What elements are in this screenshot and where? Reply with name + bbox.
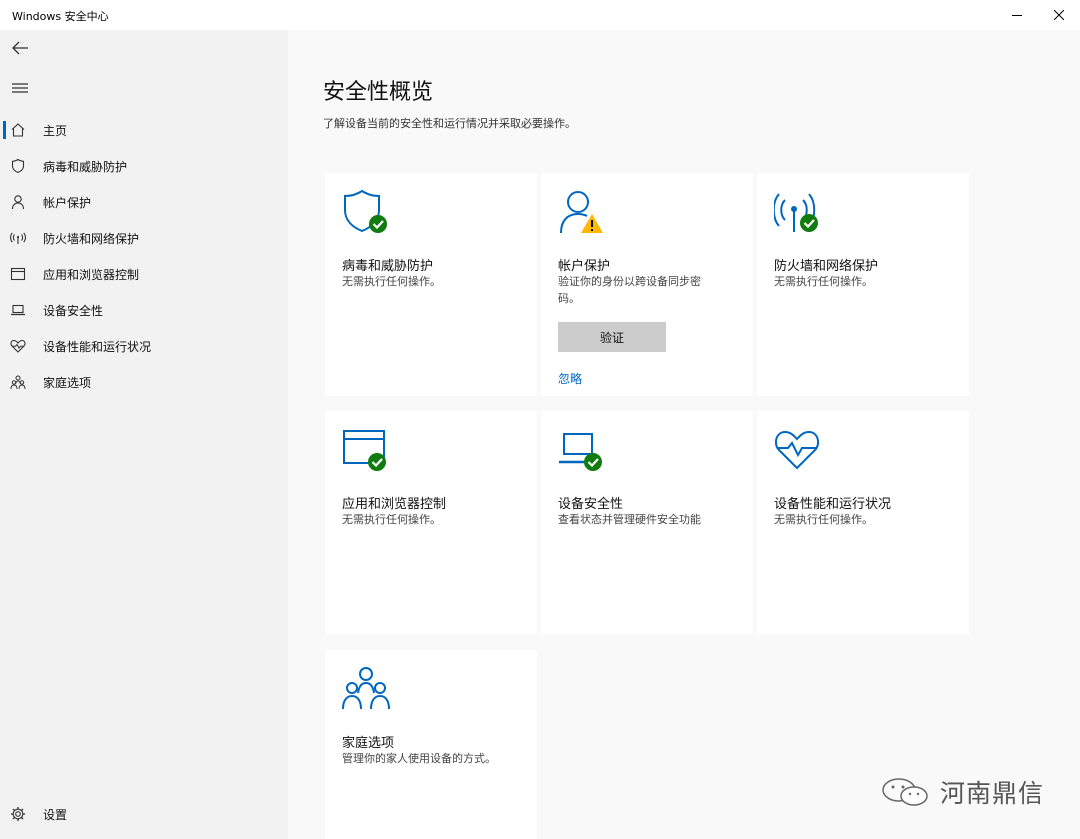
sidebar-item-label: 帐户保护 xyxy=(43,196,92,210)
family-icon xyxy=(10,375,26,390)
tile-description: 无需执行任何操作。 xyxy=(774,275,873,288)
app-window-check-icon xyxy=(343,430,386,471)
tile-title: 设备性能和运行状况 xyxy=(774,497,892,512)
tile-description: 查看状态并管理硬件安全功能 xyxy=(558,513,701,526)
sidebar-item-family-options[interactable]: 家庭选项 xyxy=(0,364,288,400)
sidebar-item-label: 应用和浏览器控制 xyxy=(43,268,140,282)
active-indicator xyxy=(3,121,6,139)
wechat-logo-icon xyxy=(882,778,928,806)
sidebar-item-home[interactable]: 主页 xyxy=(0,112,288,148)
tile-title: 家庭选项 xyxy=(342,736,395,751)
sidebar-item-settings[interactable]: 设置 xyxy=(0,796,288,832)
sidebar-item-label: 防火墙和网络保护 xyxy=(43,232,140,246)
title-bar: Windows 安全中心 xyxy=(0,0,1080,30)
tile-description: 无需执行任何操作。 xyxy=(342,513,441,526)
tile-description: 无需执行任何操作。 xyxy=(342,275,441,288)
tile-firewall[interactable]: 防火墙和网络保护 无需执行任何操作。 xyxy=(757,173,969,396)
tile-description: 管理你的家人使用设备的方式。 xyxy=(342,752,496,765)
tile-device-security[interactable]: 设备安全性 查看状态并管理硬件安全功能 xyxy=(541,411,753,634)
watermark: 河南鼎信 xyxy=(880,774,1044,810)
hamburger-menu-button[interactable] xyxy=(0,72,40,104)
verify-button[interactable]: 验证 xyxy=(558,322,666,352)
shield-check-icon xyxy=(344,189,387,233)
gear-icon xyxy=(11,807,25,821)
hamburger-icon xyxy=(12,83,28,93)
tile-app-browser-control[interactable]: 应用和浏览器控制 无需执行任何操作。 xyxy=(325,411,537,634)
settings-label: 设置 xyxy=(43,808,68,822)
sidebar-item-virus-protection[interactable]: 病毒和威胁防护 xyxy=(0,148,288,184)
tile-title: 应用和浏览器控制 xyxy=(342,497,447,512)
close-button[interactable] xyxy=(1036,0,1080,30)
laptop-check-icon xyxy=(559,433,602,471)
sidebar-item-label: 主页 xyxy=(43,124,68,138)
back-arrow-icon xyxy=(12,41,28,55)
sidebar-item-label: 家庭选项 xyxy=(43,376,92,390)
tile-device-performance[interactable]: 设备性能和运行状况 无需执行任何操作。 xyxy=(757,411,969,634)
person-warning-icon xyxy=(560,191,603,234)
tile-title: 病毒和威胁防护 xyxy=(342,259,434,274)
tile-description: 验证你的身份以跨设备同步密码。 xyxy=(558,275,701,305)
wifi-icon xyxy=(10,232,26,244)
tile-title: 防火墙和网络保护 xyxy=(774,259,879,274)
back-button[interactable] xyxy=(0,32,40,64)
app-window-icon xyxy=(10,267,26,281)
sidebar-item-label: 设备安全性 xyxy=(43,304,104,318)
family-icon xyxy=(342,667,390,710)
tile-title: 设备安全性 xyxy=(558,497,624,512)
sidebar-item-label: 病毒和威胁防护 xyxy=(43,160,128,174)
wifi-check-icon xyxy=(774,193,818,232)
watermark-text: 河南鼎信 xyxy=(940,779,1045,808)
window-title: Windows 安全中心 xyxy=(12,10,109,23)
close-icon xyxy=(1054,10,1064,20)
heart-pulse-icon xyxy=(774,430,820,470)
tile-family-options[interactable]: 家庭选项 管理你的家人使用设备的方式。 xyxy=(325,650,537,839)
sidebar-item-firewall[interactable]: 防火墙和网络保护 xyxy=(0,220,288,256)
sidebar: 主页 病毒和威胁防护 帐户保护 防火墙和网络保护 应用和浏览器控制 设备安全性 … xyxy=(0,30,288,839)
person-icon xyxy=(11,195,25,210)
sidebar-item-device-security[interactable]: 设备安全性 xyxy=(0,292,288,328)
page-subtitle: 了解设备当前的安全性和运行情况并采取必要操作。 xyxy=(323,117,576,130)
sidebar-item-device-performance[interactable]: 设备性能和运行状况 xyxy=(0,328,288,364)
ignore-link[interactable]: 忽略 xyxy=(558,370,582,387)
laptop-icon xyxy=(11,304,25,316)
sidebar-item-label: 设备性能和运行状况 xyxy=(43,340,152,354)
tile-description: 无需执行任何操作。 xyxy=(774,513,873,526)
tile-virus-protection[interactable]: 病毒和威胁防护 无需执行任何操作。 xyxy=(325,173,537,396)
tile-title: 帐户保护 xyxy=(558,259,611,274)
page-title: 安全性概览 xyxy=(323,80,434,105)
shield-icon xyxy=(11,158,25,174)
heart-icon xyxy=(10,339,26,353)
tile-account-protection[interactable]: 帐户保护 验证你的身份以跨设备同步密码。 验证 忽略 xyxy=(541,173,753,396)
home-icon xyxy=(11,123,25,137)
sidebar-item-app-browser-control[interactable]: 应用和浏览器控制 xyxy=(0,256,288,292)
sidebar-item-account-protection[interactable]: 帐户保护 xyxy=(0,184,288,220)
maximize-btn[interactable] xyxy=(995,0,1041,30)
